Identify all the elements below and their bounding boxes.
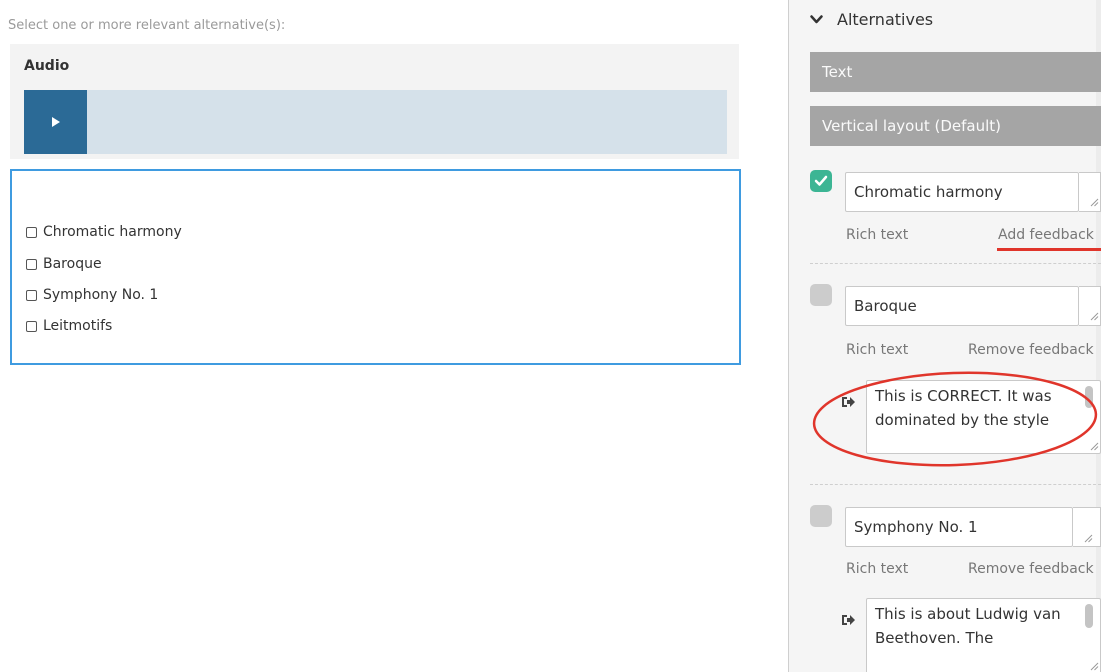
feedback-textarea[interactable]: This is CORRECT. It was dominated by the…	[866, 380, 1101, 454]
layout-selector[interactable]: Vertical layout (Default)	[810, 106, 1101, 146]
add-feedback-link[interactable]: Add feedback	[998, 227, 1094, 243]
correct-checkbox[interactable]	[810, 284, 832, 306]
rich-text-link[interactable]: Rich text	[846, 227, 908, 243]
resize-grip-icon	[1090, 198, 1099, 207]
audio-title: Audio	[24, 58, 70, 74]
feedback-textarea[interactable]: This is about Ludwig van Beethoven. The	[866, 598, 1101, 672]
feedback-arrow-icon	[842, 615, 855, 625]
annotation-underline	[997, 248, 1101, 251]
divider	[810, 263, 1101, 264]
alternatives-section-toggle[interactable]: Alternatives	[810, 10, 933, 29]
type-selector-text[interactable]: Text	[810, 52, 1101, 92]
option-item[interactable]: Chromatic harmony	[26, 224, 182, 240]
correct-checkbox[interactable]	[810, 505, 832, 527]
alternative-text-input[interactable]: Symphony No. 1	[845, 507, 1073, 547]
panel-scroll-edge	[1096, 0, 1101, 672]
option-item[interactable]: Symphony No. 1	[26, 287, 158, 303]
rich-text-link[interactable]: Rich text	[846, 561, 908, 577]
option-label: Baroque	[43, 256, 102, 272]
option-checkbox[interactable]	[26, 226, 37, 238]
resize-grip-icon	[1084, 534, 1093, 543]
feedback-scrollbar[interactable]	[1085, 386, 1093, 408]
remove-feedback-link[interactable]: Remove feedback	[968, 561, 1094, 577]
option-item[interactable]: Leitmotifs	[26, 318, 112, 334]
rich-text-link[interactable]: Rich text	[846, 342, 908, 358]
play-icon	[51, 117, 60, 127]
remove-feedback-link[interactable]: Remove feedback	[968, 342, 1094, 358]
feedback-arrow-icon	[842, 397, 855, 407]
option-checkbox[interactable]	[26, 320, 37, 332]
chevron-down-icon	[810, 15, 823, 24]
feedback-scrollbar[interactable]	[1085, 604, 1093, 628]
option-checkbox[interactable]	[26, 258, 37, 270]
option-label: Symphony No. 1	[43, 287, 159, 303]
option-checkbox[interactable]	[26, 289, 37, 301]
option-item[interactable]: Baroque	[26, 256, 102, 272]
correct-checkbox-checked[interactable]	[810, 170, 832, 192]
resize-grip-icon	[1090, 442, 1099, 451]
divider	[810, 484, 1101, 485]
resize-grip-icon	[1090, 662, 1099, 671]
audio-block: Audio	[10, 44, 739, 159]
audio-player[interactable]	[24, 90, 727, 154]
option-label: Leitmotifs	[43, 318, 113, 334]
resize-grip-icon	[1090, 312, 1099, 321]
check-icon	[814, 175, 828, 186]
answer-options-box: Chromatic harmony Baroque Symphony No. 1…	[10, 169, 741, 365]
play-button[interactable]	[24, 90, 87, 154]
alternative-text-input[interactable]: Chromatic harmony	[845, 172, 1079, 212]
alternative-text-input[interactable]: Baroque	[845, 286, 1079, 326]
instruction-text: Select one or more relevant alternative(…	[8, 18, 286, 33]
section-title: Alternatives	[837, 10, 934, 29]
option-label: Chromatic harmony	[43, 224, 182, 240]
